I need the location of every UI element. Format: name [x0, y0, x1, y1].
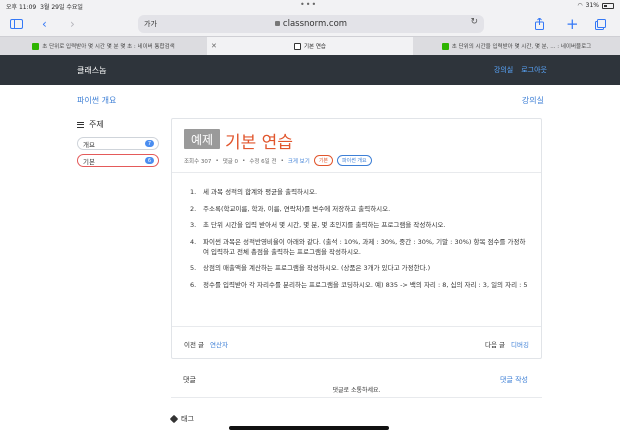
comments-label: 댓글 — [183, 376, 196, 384]
status-indicators: ◠ 31% — [577, 2, 614, 9]
site-nav: 강의실 로그아웃 — [494, 65, 547, 75]
classnorm-favicon — [294, 42, 301, 50]
toc-item-label: 기본 — [83, 157, 95, 166]
list-item: 6. 정수를 입력받아 각 자리수를 분리하는 프로그램을 코딩하시오. 예) 8… — [190, 280, 528, 289]
tag-basic[interactable]: 기본 — [313, 155, 334, 166]
reload-icon[interactable]: ↻ — [470, 17, 478, 27]
site-logo[interactable]: 클래스놈 — [77, 65, 106, 76]
tag-icon — [169, 414, 179, 424]
comments-hint: 댓글로 소통하세요. — [332, 387, 381, 394]
battery-percent: 31% — [585, 2, 599, 9]
post-header: 예제 기본 연습 조회수 307 • 댓글 0 • 수정 6일 전 • 크게 보기 기… — [172, 119, 541, 173]
site-header: 클래스놈 강의실 로그아웃 — [0, 55, 620, 85]
toc-item-count: 6 — [145, 157, 154, 164]
logout-link[interactable]: 로그아웃 — [521, 65, 547, 75]
toc-item-count: 7 — [145, 140, 154, 147]
back-icon[interactable]: ‹ — [42, 16, 47, 32]
breadcrumb-classroom[interactable]: 강의실 — [522, 95, 544, 106]
post-meta: 조회수 307 • 댓글 0 • 수정 6일 전 • 크게 보기 기본 파이썬 개요 — [184, 155, 372, 166]
next-post-link[interactable]: 디버깅 — [511, 341, 529, 349]
list-item: 1. 세 과목 성적의 합계와 평균을 출력하시오. — [190, 188, 318, 196]
status-bar: 오후 11:09 3월 29일 수요일 ••• ◠ 31% — [0, 0, 620, 12]
write-comment-button[interactable]: 댓글 작성 — [500, 375, 528, 385]
breadcrumb-course[interactable]: 파이썬 개요 — [77, 95, 116, 106]
tag-python-overview[interactable]: 파이썬 개요 — [337, 155, 372, 166]
zoom-link[interactable]: 크게 보기 — [288, 157, 310, 165]
classroom-link[interactable]: 강의실 — [494, 65, 513, 75]
prev-label: 이전 글 — [184, 341, 205, 349]
tab-label: 기본 연습 — [304, 44, 326, 50]
tab-label: 초 단위로 입력받아 몇 시간 몇 분 몇 초 : 네이버 통합검색 — [42, 44, 175, 50]
next-post: 다음 글 디버깅 — [485, 339, 529, 349]
edited-time: 수정 6일 전 — [249, 158, 277, 165]
toc-title: 주제 — [89, 120, 104, 129]
post-type-badge: 예제 — [184, 129, 220, 149]
tab-label: 초 단위의 시간을 입력받아 몇 시간, 몇 분, ... : 네이버블로그 — [451, 44, 592, 50]
tags-section: 태그 — [169, 414, 194, 424]
toc-item-label: 개요 — [83, 140, 95, 149]
lock-icon — [274, 21, 280, 26]
problem-list: 1. 세 과목 성적의 합계와 평균을 출력하시오. 2. 주소록(학교이름, 학과… — [190, 187, 530, 296]
list-item: 2. 주소록(학교이름, 학과, 이름, 연락처)를 변수에 저장하고 출력하시오… — [190, 204, 391, 213]
status-time: 오후 11:09 3월 29일 수요일 — [6, 4, 83, 11]
toc-item-overview[interactable]: 개요 7 — [77, 137, 159, 150]
list-item: 3. 초 단위 시간을 입력 받아서 몇 시간, 몇 분, 몇 초인지를 출력하는… — [190, 221, 446, 229]
tab-bar: 초 단위로 입력받아 몇 시간 몇 분 몇 초 : 네이버 통합검색 ✕ 기본 … — [0, 36, 620, 55]
next-label: 다음 글 — [485, 341, 506, 349]
list-icon — [77, 121, 84, 128]
naver-favicon — [32, 42, 40, 50]
browser-toolbar: ‹ › 가가 classnorm.com ↻ + — [0, 12, 620, 36]
multitask-dots[interactable]: ••• — [300, 0, 317, 9]
post-title: 기본 연습 — [225, 133, 293, 153]
naver-blog-favicon — [441, 42, 449, 50]
address-bar[interactable]: 가가 classnorm.com ↻ — [138, 15, 484, 33]
new-tab-icon[interactable]: + — [566, 15, 579, 33]
list-item: 4. 파이썬 과목은 성적반영비율이 아래와 같다. (출석 : 10%, 과제 … — [190, 237, 526, 256]
forward-icon[interactable]: › — [70, 16, 75, 32]
share-icon[interactable] — [535, 16, 544, 32]
list-item: 5. 상점의 매출액을 계산하는 프로그램을 작성하시오. (상품은 3개가 있다… — [190, 264, 431, 272]
url-text: classnorm.com — [138, 19, 484, 29]
comment-count: 댓글 0 — [222, 158, 239, 165]
post-card: 예제 기본 연습 조회수 307 • 댓글 0 • 수정 6일 전 • 크게 보기 기… — [171, 118, 542, 359]
tabs-overview-icon[interactable] — [595, 16, 606, 32]
view-count: 조회수 307 — [184, 158, 212, 165]
home-indicator[interactable] — [229, 426, 389, 430]
tab-naver-search[interactable]: 초 단위로 입력받아 몇 시간 몇 분 몇 초 : 네이버 통합검색 — [0, 37, 207, 55]
tab-basic-practice[interactable]: ✕ 기본 연습 — [207, 37, 413, 55]
prev-post: 이전 글 연산자 — [184, 339, 228, 349]
tab-naver-blog[interactable]: 초 단위의 시간을 입력받아 몇 시간, 몇 분, ... : 네이버블로그 — [413, 37, 620, 55]
wifi-icon: ◠ — [577, 2, 583, 9]
close-tab-icon[interactable]: ✕ — [211, 42, 217, 50]
sidebar-icon[interactable] — [10, 16, 23, 32]
post-navigation: 이전 글 연산자 다음 글 디버깅 — [172, 326, 541, 358]
battery-icon — [602, 2, 614, 9]
prev-post-link[interactable]: 연산자 — [210, 341, 228, 349]
toc-heading: 주제 — [77, 119, 104, 130]
toc-item-basic[interactable]: 기본 6 — [77, 154, 159, 167]
tags-label: 태그 — [181, 415, 194, 423]
comments-section: 댓글 댓글 작성 댓글로 소통하세요. — [171, 368, 542, 398]
